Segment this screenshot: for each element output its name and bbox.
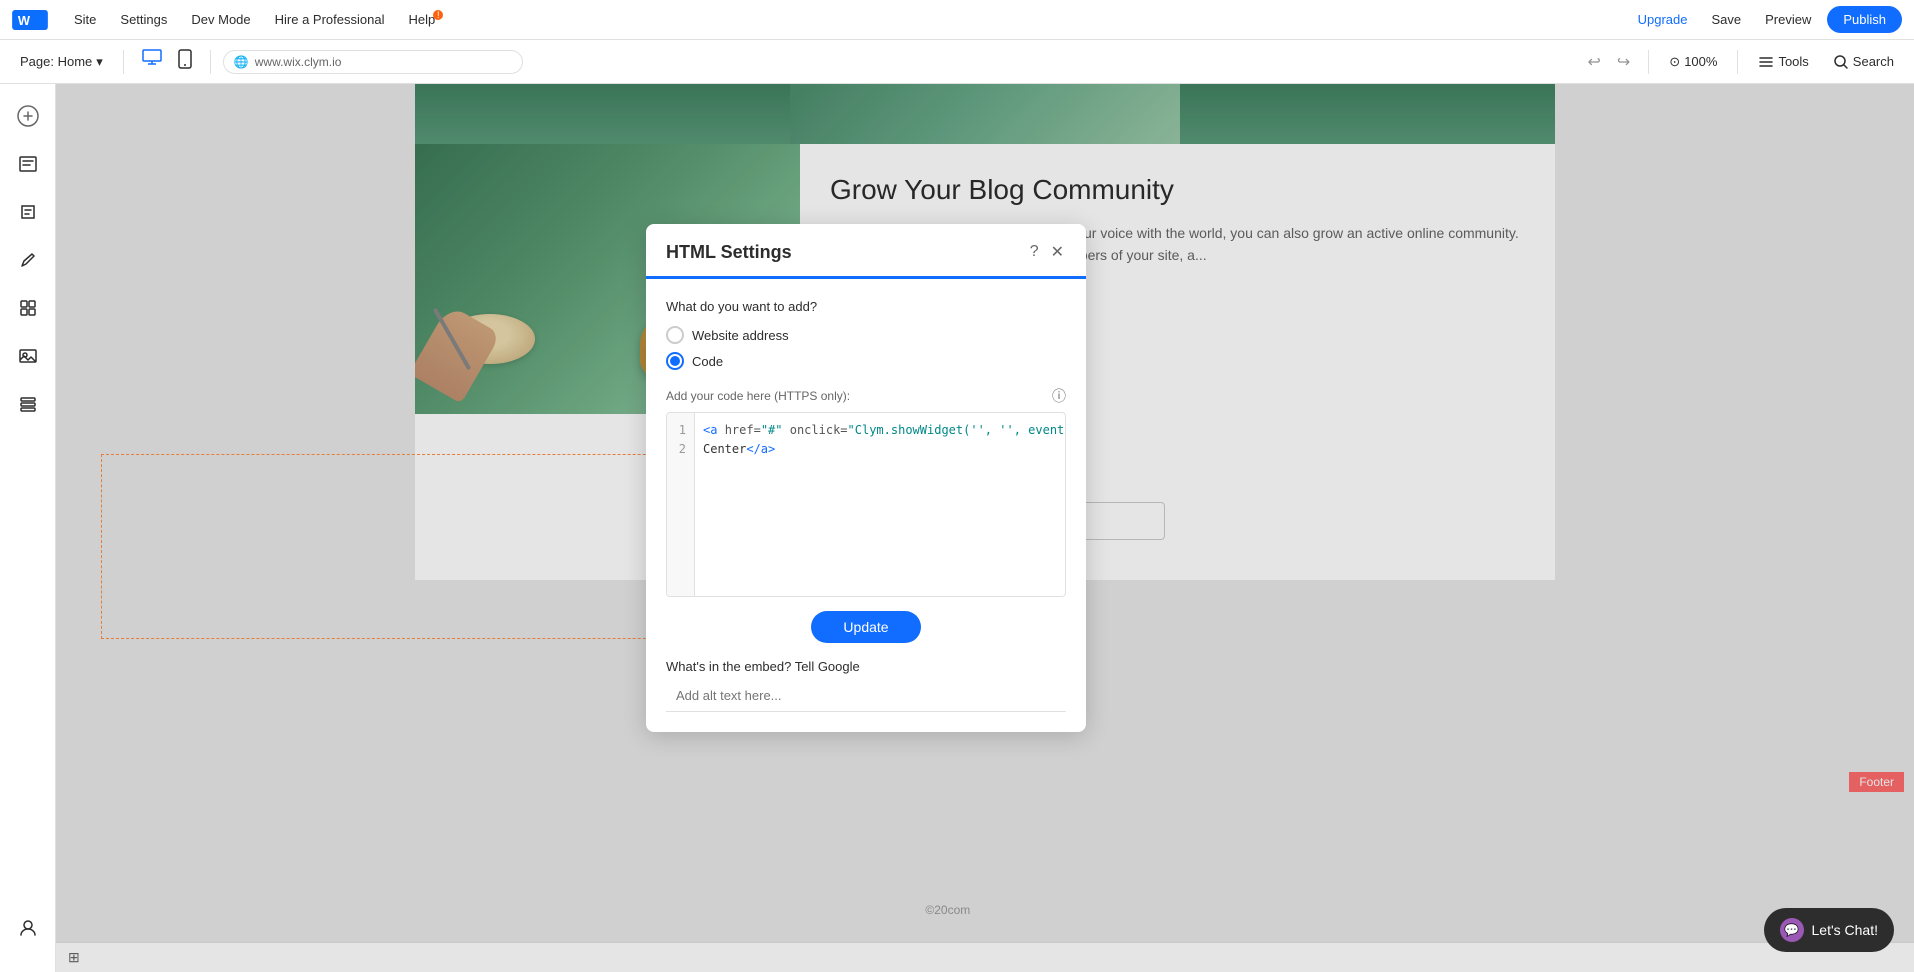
whats-in-embed: What's in the embed? Tell Google — [666, 659, 1066, 712]
publish-button[interactable]: Publish — [1827, 6, 1902, 33]
blog-icon[interactable] — [8, 192, 48, 232]
modal-title: HTML Settings — [666, 242, 792, 263]
code-editor[interactable]: 1 2 <a href="#" onclick="Clym.showWidget… — [666, 412, 1066, 597]
modal-question: What do you want to add? — [666, 299, 1066, 314]
html-settings-modal: HTML Settings ? ✕ What do you want to ad… — [646, 224, 1086, 732]
radio-group: Website address Code — [666, 326, 1066, 370]
media-icon[interactable] — [8, 336, 48, 376]
undo-redo: ↩ ↪ — [1581, 48, 1636, 76]
search-label: Search — [1853, 54, 1894, 69]
redo-button[interactable]: ↪ — [1611, 48, 1636, 76]
main-layout: Grow Your Blog Community With Wix Blog, … — [0, 84, 1914, 972]
code-content[interactable]: <a href="#" onclick="Clym.showWidget('',… — [695, 413, 1065, 596]
mobile-device-button[interactable] — [172, 45, 198, 78]
modal-header-icons: ? ✕ — [1028, 240, 1066, 264]
settings-menu-item[interactable]: Settings — [110, 8, 177, 31]
radio-circle-website — [666, 326, 684, 344]
toolbar-divider — [123, 50, 124, 74]
top-right-actions: Upgrade Save Preview Publish — [1630, 6, 1902, 33]
upgrade-button[interactable]: Upgrade — [1630, 8, 1696, 31]
left-sidebar — [0, 84, 56, 972]
design-icon[interactable] — [8, 240, 48, 280]
radio-label-code: Code — [692, 354, 723, 369]
zoom-value: 100% — [1684, 54, 1717, 69]
chat-avatar: 💬 — [1780, 918, 1804, 942]
hire-professional-menu-item[interactable]: Hire a Professional — [265, 8, 395, 31]
add-elements-icon[interactable] — [8, 96, 48, 136]
menu-items: Site Settings Dev Mode Hire a Profession… — [64, 8, 1630, 31]
top-menu-bar: W Site Settings Dev Mode Hire a Professi… — [0, 0, 1914, 40]
desktop-device-button[interactable] — [136, 45, 168, 78]
preview-button[interactable]: Preview — [1757, 8, 1819, 31]
modal-help-button[interactable]: ? — [1028, 241, 1041, 263]
save-button[interactable]: Save — [1703, 8, 1749, 31]
zoom-display[interactable]: ⊙ 100% — [1661, 50, 1725, 74]
help-menu-item[interactable]: Help ! — [398, 8, 445, 31]
undo-button[interactable]: ↩ — [1581, 48, 1606, 76]
chat-label: Let's Chat! — [1812, 922, 1879, 938]
svg-text:W: W — [18, 13, 31, 28]
dev-mode-menu-item[interactable]: Dev Mode — [181, 8, 260, 31]
page-label: Page: Home — [20, 54, 92, 69]
modal-close-button[interactable]: ✕ — [1049, 240, 1066, 264]
chevron-down-icon: ▾ — [96, 54, 103, 70]
toolbar-divider-2 — [210, 50, 211, 74]
modal-overlay: HTML Settings ? ✕ What do you want to ad… — [56, 84, 1914, 972]
radio-website-address[interactable]: Website address — [666, 326, 1066, 344]
radio-circle-code — [666, 352, 684, 370]
modal-body: What do you want to add? Website address… — [646, 279, 1086, 732]
embed-label: What's in the embed? Tell Google — [666, 659, 1066, 674]
info-icon[interactable]: ⓘ — [1052, 386, 1066, 406]
canvas-content: Grow Your Blog Community With Wix Blog, … — [56, 84, 1914, 972]
zoom-icon: ⊙ — [1669, 54, 1680, 70]
pages-icon[interactable] — [8, 144, 48, 184]
search-button[interactable]: Search — [1825, 50, 1902, 74]
url-bar[interactable]: 🌐 www.wix.clym.io — [223, 50, 523, 74]
radio-code[interactable]: Code — [666, 352, 1066, 370]
globe-icon: 🌐 — [234, 55, 249, 69]
site-menu-item[interactable]: Site — [64, 8, 106, 31]
help-badge: ! — [433, 10, 443, 20]
device-icons — [136, 45, 198, 78]
alt-text-input[interactable] — [666, 680, 1066, 712]
page-selector[interactable]: Page: Home ▾ — [12, 50, 111, 74]
code-editor-inner: 1 2 <a href="#" onclick="Clym.showWidget… — [667, 413, 1065, 596]
tools-button[interactable]: Tools — [1750, 50, 1816, 74]
toolbar: Page: Home ▾ 🌐 www.wix.clym.io ↩ ↪ ⊙ 100… — [0, 40, 1914, 84]
apps-icon[interactable] — [8, 288, 48, 328]
toolbar-divider-4 — [1737, 50, 1738, 74]
cms-icon[interactable] — [8, 384, 48, 424]
wix-logo: W — [12, 10, 48, 30]
line-numbers: 1 2 — [667, 413, 695, 596]
toolbar-divider-3 — [1648, 50, 1649, 74]
chat-bubble[interactable]: 💬 Let's Chat! — [1764, 908, 1895, 952]
sidebar-bottom — [8, 908, 48, 960]
canvas-area: Grow Your Blog Community With Wix Blog, … — [56, 84, 1914, 972]
radio-label-website: Website address — [692, 328, 789, 343]
modal-header: HTML Settings ? ✕ — [646, 224, 1086, 279]
update-button[interactable]: Update — [811, 611, 920, 643]
code-label: Add your code here (HTTPS only): — [666, 389, 850, 403]
url-text: www.wix.clym.io — [255, 55, 342, 69]
code-label-row: Add your code here (HTTPS only): ⓘ — [666, 386, 1066, 406]
tools-label: Tools — [1778, 54, 1808, 69]
contacts-icon[interactable] — [8, 908, 48, 948]
